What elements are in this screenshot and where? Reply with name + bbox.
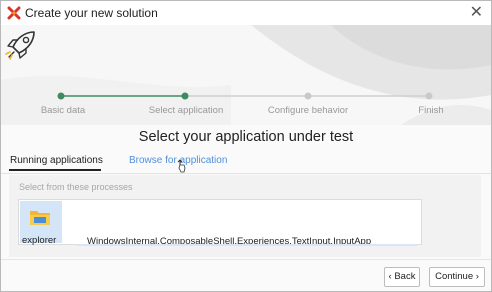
app-logo-icon xyxy=(7,6,21,20)
source-tabs: Running applications Browse for applicat… xyxy=(1,153,491,173)
rocket-icon xyxy=(5,31,35,60)
close-button[interactable]: ✕ xyxy=(470,3,483,23)
step-track xyxy=(61,95,429,97)
mouse-cursor-icon xyxy=(177,159,186,173)
continue-button[interactable]: Continue › xyxy=(429,267,485,287)
back-button[interactable]: ‹ Back xyxy=(384,267,420,287)
footer-divider xyxy=(1,259,491,260)
step-label-finish: Finish xyxy=(418,105,444,116)
wizard-window: Create your new solution ✕ Basic data Se… xyxy=(0,0,492,292)
step-label-configure-behavior: Configure behavior xyxy=(267,105,349,116)
window-title: Create your new solution xyxy=(25,6,158,20)
process-list[interactable]: explorer WindowsInternal.ComposableShell… xyxy=(18,199,422,247)
active-tab-indicator xyxy=(9,169,101,171)
tab-running-applications[interactable]: Running applications xyxy=(10,155,103,166)
wizard-steps: Basic data Select application Configure … xyxy=(1,91,491,121)
folder-icon xyxy=(30,211,50,225)
title-bar: Create your new solution ✕ xyxy=(1,1,491,25)
step-dot-basic-data xyxy=(57,92,65,100)
process-name: explorer xyxy=(22,235,57,246)
step-label-basic-data: Basic data xyxy=(40,105,86,116)
tabs-divider xyxy=(1,173,491,174)
step-dot-finish xyxy=(425,92,433,100)
page-heading: Select your application under test xyxy=(138,129,354,145)
step-label-select-application: Select application xyxy=(148,105,224,116)
step-dot-configure-behavior xyxy=(304,92,312,100)
horizontal-scrollbar[interactable] xyxy=(77,244,417,246)
section-label: Select from these processes xyxy=(19,182,133,192)
process-panel: Select from these processes explorer Win… xyxy=(9,175,481,257)
step-dot-select-application xyxy=(181,92,189,100)
